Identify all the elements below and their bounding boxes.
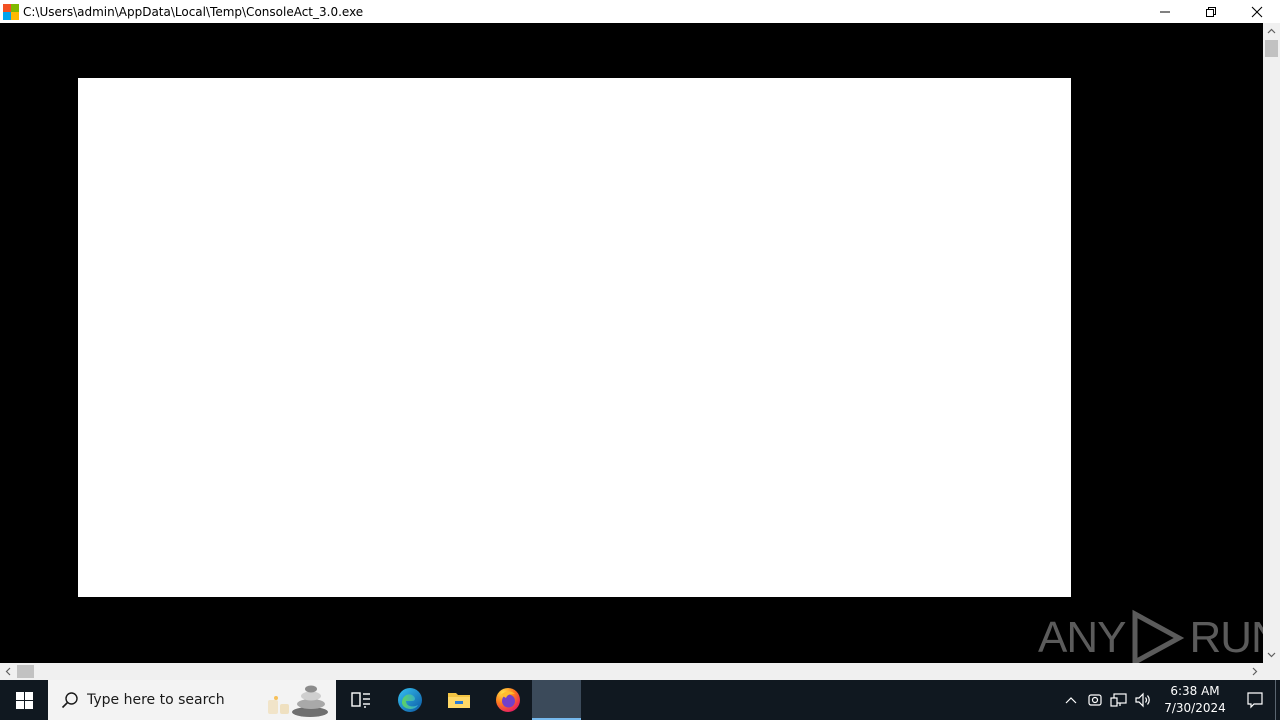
horizontal-scrollbar[interactable] [0, 663, 1263, 680]
firefox-icon [495, 688, 520, 712]
minimize-icon [1160, 11, 1170, 12]
close-icon [1251, 6, 1263, 17]
play-logo-icon [1132, 609, 1185, 667]
taskbar-clock[interactable]: 6:38 AM 7/30/2024 [1155, 680, 1235, 720]
show-hidden-icons-button[interactable] [1059, 680, 1083, 720]
meet-now-button[interactable] [1083, 680, 1107, 720]
search-icon [61, 692, 78, 709]
system-tray: 6:38 AM 7/30/2024 [1059, 680, 1280, 720]
clock-date: 7/30/2024 [1164, 701, 1226, 715]
white-content-panel [78, 78, 1071, 597]
watermark-left-text: ANY [1038, 613, 1126, 662]
file-explorer-taskbar-button[interactable] [434, 680, 483, 720]
anyrun-watermark: ANY RUN [1038, 608, 1280, 668]
taskbar-search-box[interactable] [48, 680, 336, 720]
chevron-up-icon [1267, 28, 1276, 34]
horizontal-scroll-thumb[interactable] [17, 665, 34, 678]
speaker-icon [1135, 692, 1150, 708]
minimize-button[interactable] [1142, 0, 1188, 23]
vertical-scroll-thumb[interactable] [1265, 40, 1278, 57]
folder-icon [447, 693, 470, 708]
scrollbar-corner [1263, 663, 1280, 680]
taskbar: 6:38 AM 7/30/2024 [0, 680, 1280, 720]
restore-button[interactable] [1188, 0, 1234, 23]
restore-icon [1206, 6, 1216, 17]
scroll-left-button[interactable] [0, 663, 17, 680]
clock-time: 6:38 AM [1170, 684, 1220, 698]
scroll-down-button[interactable] [1263, 646, 1280, 663]
search-highlight-stones-icon [268, 685, 328, 717]
show-desktop-button[interactable] [1275, 680, 1280, 720]
edge-icon [397, 688, 422, 712]
firefox-taskbar-button[interactable] [483, 680, 532, 720]
windows-app-icon [3, 3, 19, 20]
camera-icon [1088, 694, 1102, 706]
chevron-up-icon [1065, 697, 1077, 704]
close-button[interactable] [1234, 0, 1280, 23]
window-controls [1142, 0, 1280, 23]
start-button[interactable] [0, 680, 48, 720]
network-icon [1110, 693, 1127, 707]
scroll-up-button[interactable] [1263, 23, 1280, 40]
task-view-icon [350, 692, 370, 708]
console-app-taskbar-button[interactable] [532, 680, 581, 720]
task-view-button[interactable] [336, 680, 385, 720]
chevron-left-icon [5, 667, 11, 676]
notification-icon [1247, 692, 1263, 709]
search-input[interactable] [87, 692, 257, 708]
network-button[interactable] [1107, 680, 1131, 720]
chevron-right-icon [1252, 667, 1258, 676]
title-bar[interactable]: C:\Users\admin\AppData\Local\Temp\Consol… [0, 0, 1280, 23]
windows-logo-icon [15, 691, 33, 709]
chevron-down-icon [1267, 652, 1276, 658]
action-center-button[interactable] [1235, 680, 1275, 720]
vertical-scrollbar[interactable] [1263, 23, 1280, 663]
edge-taskbar-button[interactable] [385, 680, 434, 720]
scroll-right-button[interactable] [1246, 663, 1263, 680]
window-title: C:\Users\admin\AppData\Local\Temp\Consol… [23, 4, 364, 19]
console-area[interactable] [0, 23, 1263, 663]
volume-button[interactable] [1131, 680, 1155, 720]
